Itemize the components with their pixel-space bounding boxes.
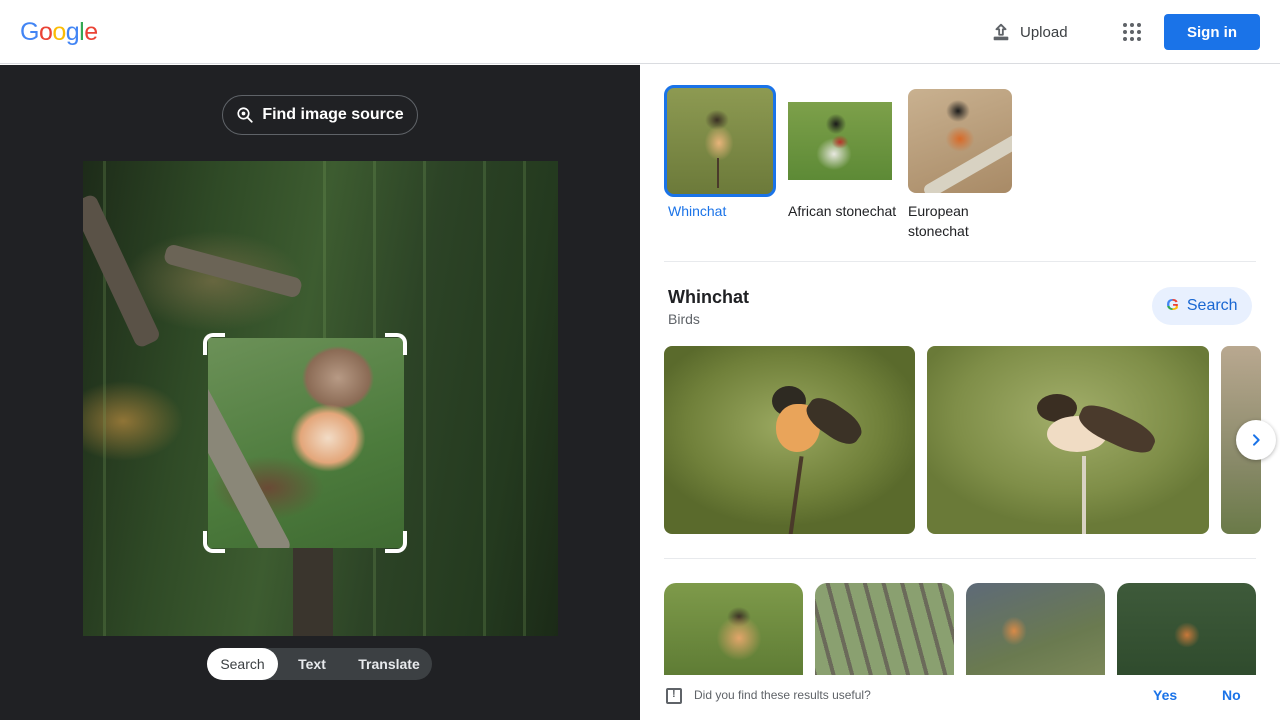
mode-text-tab[interactable]: Text	[278, 648, 346, 680]
suggestion-thumbnail	[908, 89, 1012, 193]
logo-letter: g	[65, 18, 80, 46]
feedback-icon	[666, 688, 682, 704]
suggestion-label: Whinchat	[668, 203, 727, 219]
find-image-source-label: Find image source	[262, 106, 404, 123]
knowledge-panel-subtitle: Birds	[668, 311, 700, 327]
upload-button[interactable]: Upload	[990, 16, 1068, 48]
result-photo[interactable]	[664, 346, 915, 534]
result-thumbnail[interactable]	[1117, 583, 1256, 683]
divider	[664, 261, 1256, 262]
feedback-yes-button[interactable]: Yes	[1153, 687, 1177, 703]
feedback-no-button[interactable]: No	[1222, 687, 1241, 703]
apps-grid-icon[interactable]	[1118, 18, 1146, 46]
suggestion-thumbnail	[664, 85, 776, 197]
mode-switcher: Search Text Translate	[207, 648, 432, 680]
logo-letter: o	[52, 18, 66, 46]
feedback-question: Did you find these results useful?	[694, 688, 871, 702]
sign-in-button[interactable]: Sign in	[1164, 14, 1260, 50]
suggestion-european-stonechat[interactable]: European stonechat	[908, 89, 1018, 241]
divider	[664, 558, 1256, 559]
top-bar: Google Upload Sign in	[0, 0, 1280, 64]
next-arrow-button[interactable]	[1236, 420, 1276, 460]
lens-search-icon	[237, 107, 253, 123]
crop-selection[interactable]	[208, 338, 404, 548]
crop-handle-top-right[interactable]	[385, 333, 407, 355]
crop-handle-bottom-left[interactable]	[203, 531, 225, 553]
suggestion-label: European stonechat	[908, 203, 969, 239]
result-thumbnail[interactable]	[966, 583, 1105, 683]
mode-search-tab[interactable]: Search	[207, 648, 278, 680]
logo-letter: e	[84, 18, 98, 46]
results-pane: Whinchat African stonechat European ston…	[640, 65, 1280, 720]
google-g-icon: G	[1166, 297, 1179, 314]
suggestion-african-stonechat[interactable]: African stonechat	[788, 89, 898, 221]
knowledge-panel-title: Whinchat	[668, 287, 749, 307]
result-photo[interactable]	[927, 346, 1209, 534]
mode-translate-tab[interactable]: Translate	[346, 648, 432, 680]
suggestion-whinchat[interactable]: Whinchat	[664, 85, 778, 221]
crop-handle-bottom-right[interactable]	[385, 531, 407, 553]
crop-handle-top-left[interactable]	[203, 333, 225, 355]
suggestion-label: African stonechat	[788, 203, 897, 219]
feedback-bar: Did you find these results useful? Yes N…	[640, 675, 1280, 720]
knowledge-panel-search-button[interactable]: G Search	[1152, 287, 1252, 325]
logo-letter: o	[38, 18, 53, 46]
knowledge-panel-search-label: Search	[1186, 297, 1238, 314]
find-image-source-button[interactable]: Find image source	[222, 95, 418, 135]
result-thumbnail[interactable]	[815, 583, 954, 683]
chevron-right-icon	[1253, 434, 1260, 446]
suggestion-thumbnail	[788, 89, 892, 193]
result-thumbnail[interactable]	[664, 583, 803, 683]
logo-letter: G	[20, 18, 39, 46]
upload-icon	[993, 23, 1009, 41]
upload-label: Upload	[1020, 23, 1068, 41]
image-preview-pane: Find image source Search Text Translate	[0, 65, 640, 720]
google-logo[interactable]: Google	[20, 18, 98, 47]
